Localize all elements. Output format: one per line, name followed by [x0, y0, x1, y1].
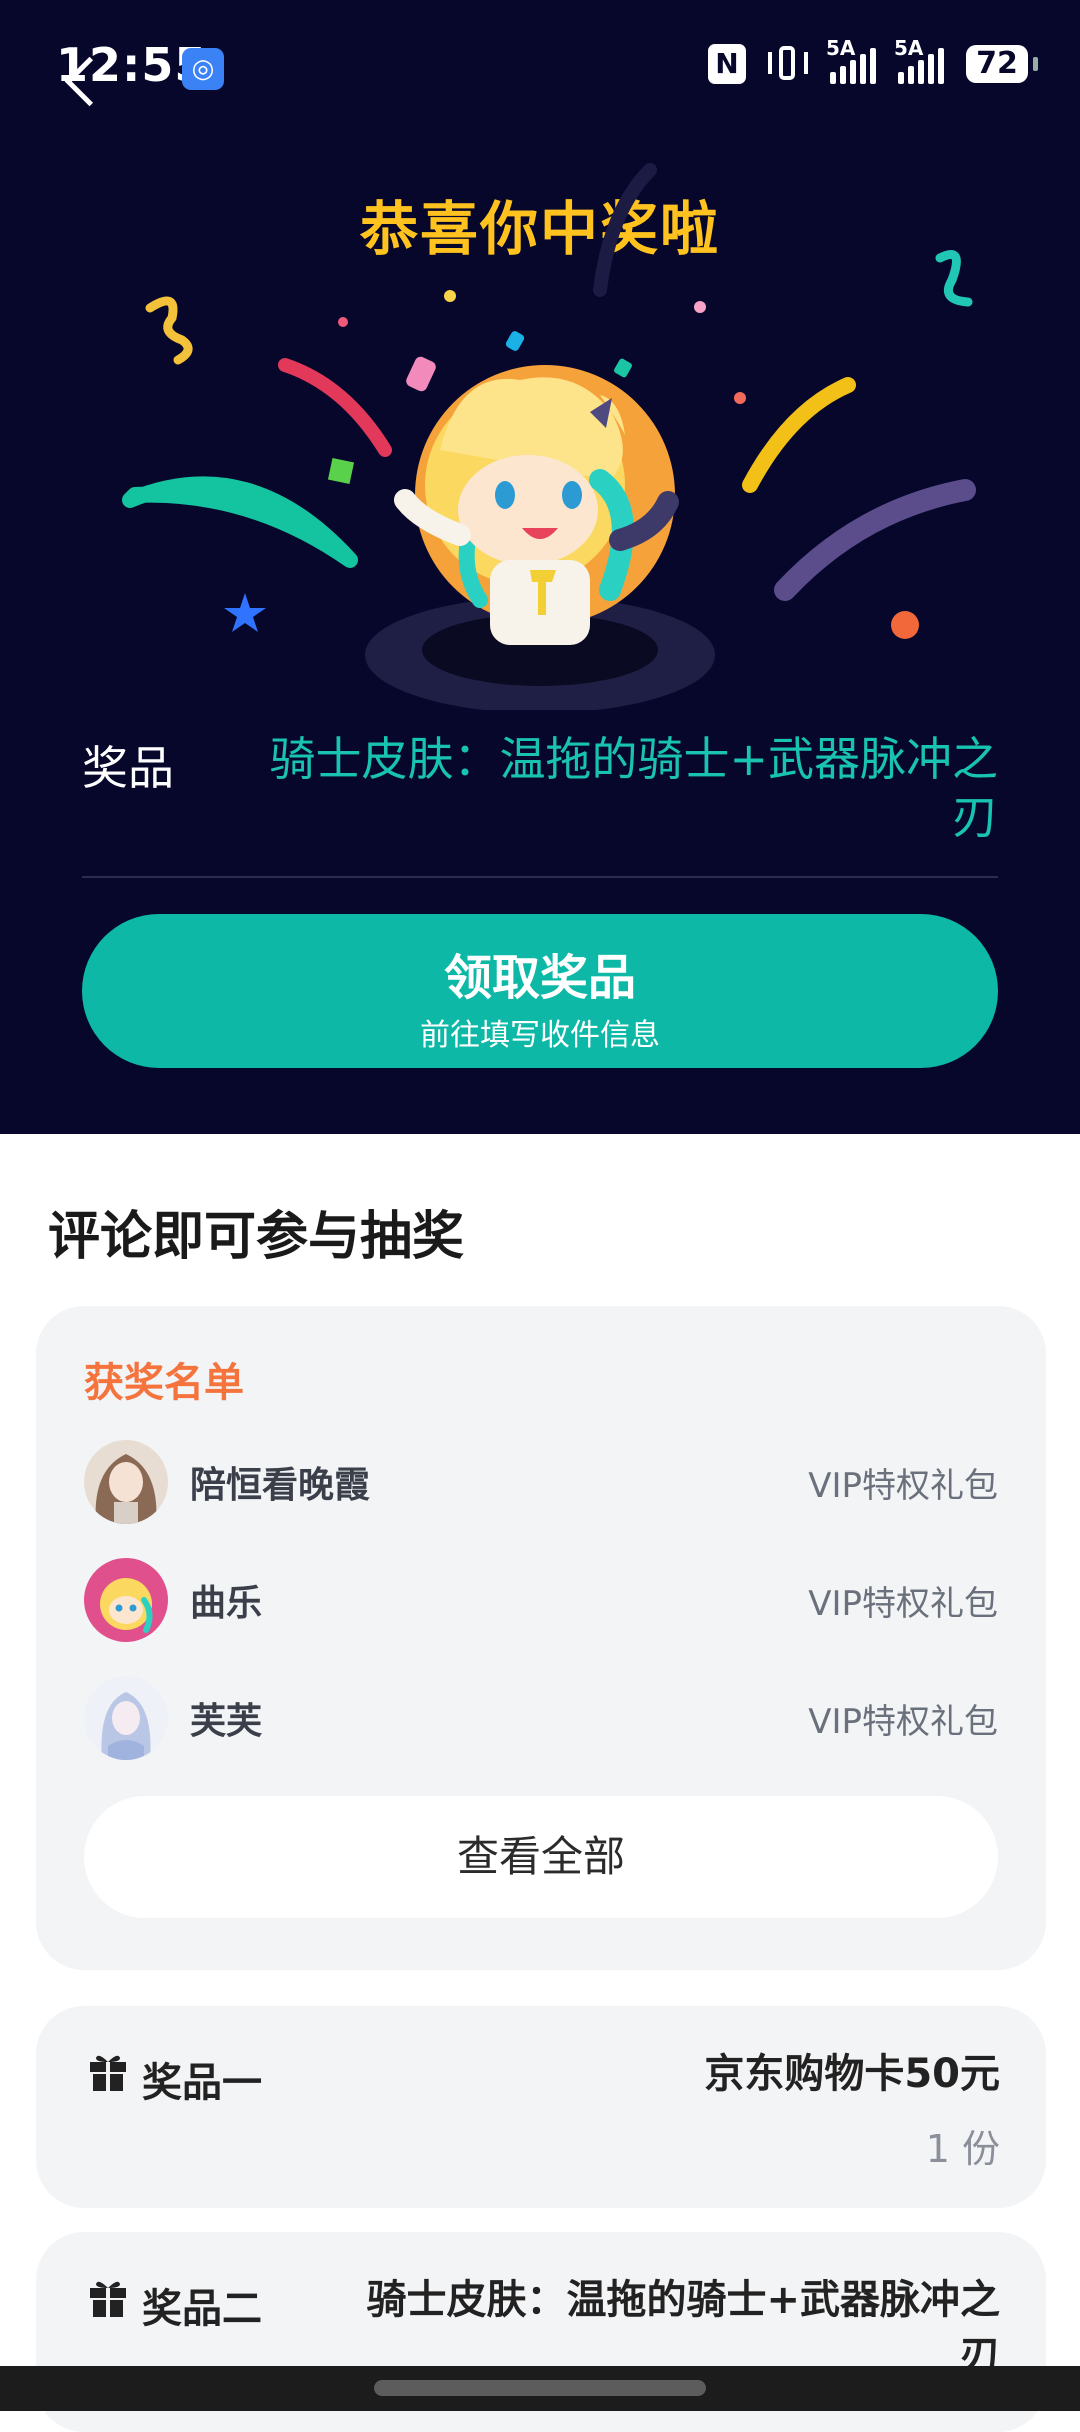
- hotspot-icon: ◎: [182, 48, 224, 90]
- signal-icon-2: 5A: [894, 36, 944, 84]
- winner-row[interactable]: 曲乐 VIP特权礼包: [84, 1558, 998, 1648]
- divider: [82, 876, 998, 878]
- prize-quantity: 1 份: [925, 2127, 1000, 2171]
- prize-hero: 12:55 ◎ N 5A 5A 72 恭喜你中奖啦 奖品 骑士皮肤：温拖的骑士+…: [0, 0, 1080, 1134]
- system-navigation-bar: [0, 2366, 1080, 2411]
- gift-icon: [90, 2055, 126, 2091]
- gift-icon: [90, 2281, 126, 2317]
- confetti-teal-ribbon: [122, 476, 358, 568]
- confetti-purple-ribbon: [774, 479, 976, 601]
- battery-icon: 72: [966, 45, 1038, 83]
- status-icons: N 5A 5A 72: [708, 36, 1038, 84]
- confetti-blue-chip: [505, 331, 525, 351]
- winner-name: 曲乐: [190, 1583, 263, 1624]
- mascot-avatar: [84, 1558, 168, 1642]
- celebration-illustration: [122, 163, 976, 710]
- confetti-blue-star: [224, 593, 266, 632]
- signal-icon: 5A: [826, 36, 876, 84]
- claim-prize-sublabel: 前往填写收件信息: [420, 1018, 660, 1053]
- confetti-teal-chip: [614, 358, 632, 378]
- won-prize-value: 骑士皮肤：温拖的骑士+武器脉冲之刃: [269, 732, 998, 844]
- winner-name: 陪恒看晚霞: [190, 1465, 371, 1506]
- prize-description: 京东购物卡50元: [704, 2051, 1000, 2097]
- confetti-teal-squiggle: [935, 250, 973, 307]
- confetti-pink-chip: [406, 356, 436, 392]
- claim-prize-button[interactable]: 领取奖品 前往填写收件信息: [82, 914, 998, 1068]
- winner-name: 芙芙: [190, 1701, 263, 1742]
- winners-title: 获奖名单: [84, 1360, 244, 1406]
- home-gesture-handle[interactable]: [374, 2380, 706, 2396]
- confetti-yellow-ribbon: [742, 377, 856, 493]
- winners-card: 获奖名单 陪恒看晚霞 VIP特权礼包 曲乐 VIP特权礼包 芙芙 VIP特权礼包…: [36, 1306, 1046, 1970]
- winner-row[interactable]: 芙芙 VIP特权礼包: [84, 1676, 998, 1766]
- confetti-red-ribbon: [278, 358, 392, 457]
- winner-prize: VIP特权礼包: [808, 1702, 998, 1742]
- winner-row[interactable]: 陪恒看晚霞 VIP特权礼包: [84, 1440, 998, 1530]
- prize-card: 奖品一 京东购物卡50元 1 份: [36, 2006, 1046, 2208]
- nfc-icon: N: [708, 44, 746, 84]
- prize-name: 奖品二: [142, 2286, 262, 2332]
- confetti-green-square: [327, 457, 355, 485]
- confetti-orange-dot: [891, 611, 919, 639]
- claim-prize-label: 领取奖品: [443, 950, 636, 1006]
- prize-label: 奖品: [82, 741, 174, 795]
- confetti-yellow-squiggle: [145, 296, 193, 365]
- girl-avatar: [84, 1440, 168, 1524]
- status-bar: 12:55 ◎ N 5A 5A 72: [0, 0, 1080, 140]
- section-title: 评论即可参与抽奖: [48, 1207, 465, 1267]
- signal-label-2: 5A: [894, 36, 924, 60]
- signal-label: 5A: [826, 36, 856, 60]
- view-all-button[interactable]: 查看全部: [84, 1796, 998, 1918]
- back-arrow-icon[interactable]: [64, 58, 108, 102]
- mascot-character: [394, 365, 679, 645]
- prize-name: 奖品一: [142, 2060, 262, 2106]
- winner-prize: VIP特权礼包: [808, 1584, 998, 1624]
- vibrate-icon: [768, 44, 808, 84]
- winner-prize: VIP特权礼包: [808, 1466, 998, 1506]
- anime-avatar: [84, 1676, 168, 1760]
